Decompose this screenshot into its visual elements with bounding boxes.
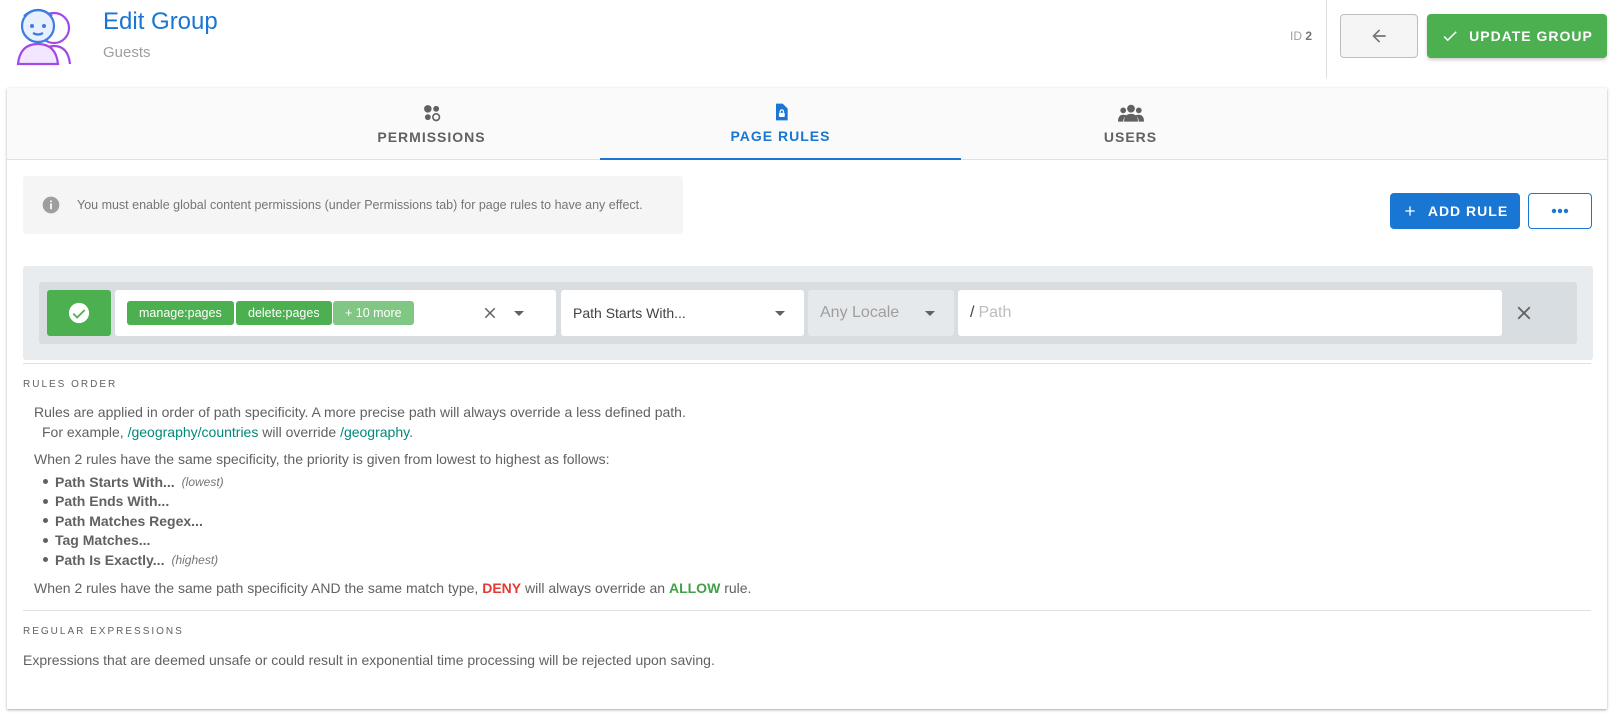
more-options-button[interactable] <box>1528 193 1592 229</box>
bullet-dot <box>43 537 48 543</box>
example-prefix: For example, <box>42 424 124 440</box>
rules-order-line1: Rules are applied in order of path speci… <box>34 404 686 420</box>
deny-label: DENY <box>482 580 522 596</box>
regex-text: Expressions that are deemed unsafe or co… <box>23 652 715 668</box>
tab-users-label: USERS <box>1103 129 1158 145</box>
path-field[interactable]: / <box>958 290 1502 336</box>
conflict-mid: will always override an <box>525 580 666 596</box>
group-id-value: 2 <box>1305 29 1313 43</box>
permission-chip[interactable]: delete:pages <box>236 301 332 325</box>
page-lock-icon <box>775 103 788 121</box>
example-end: . <box>409 424 413 440</box>
info-icon <box>42 196 60 214</box>
more-permissions-chip[interactable]: + 10 more <box>333 301 414 325</box>
bullet-dot <box>43 518 48 524</box>
match-type-select[interactable]: Path Starts With... <box>561 290 804 336</box>
rule-row: manage:pages delete:pages + 10 more Path… <box>39 282 1577 344</box>
priority-item: Path Matches Regex... <box>43 511 224 531</box>
example-path-countries: /geography/countries <box>127 424 259 440</box>
section-divider <box>23 363 1591 364</box>
arrow-left-icon <box>1372 29 1386 43</box>
page-title: Edit Group <box>103 8 218 35</box>
permission-chip[interactable]: manage:pages <box>127 301 234 325</box>
match-type-value: Path Starts With... <box>573 305 686 321</box>
plus-icon <box>1405 206 1415 216</box>
remove-rule-icon[interactable] <box>1513 302 1535 324</box>
rules-list: manage:pages delete:pages + 10 more Path… <box>23 266 1593 360</box>
priority-item: Path Starts With... (lowest) <box>43 472 224 492</box>
tab-page-rules-label: PAGE RULES <box>730 128 831 144</box>
priority-list: Path Starts With... (lowest) Path Ends W… <box>43 472 224 570</box>
locale-placeholder: Any Locale <box>820 304 900 321</box>
tab-users[interactable]: USERS <box>950 88 1311 160</box>
priority-note: (highest) <box>171 552 219 567</box>
priority-name: Tag Matches... <box>55 532 151 549</box>
priority-item: Path Is Exactly... (highest) <box>43 550 224 570</box>
priority-name: Path Matches Regex... <box>55 512 203 529</box>
update-group-button[interactable]: UPDATE GROUP <box>1427 14 1607 58</box>
conflict-end: rule. <box>724 580 752 596</box>
info-alert: You must enable global content permissio… <box>23 176 683 234</box>
add-rule-button[interactable]: ADD RULE <box>1390 193 1520 229</box>
more-horizontal-icon <box>1551 208 1569 214</box>
tabs-bar: PERMISSIONS PAGE RULES USERS <box>7 88 1607 160</box>
chevron-down-icon <box>775 311 785 316</box>
clear-icon[interactable] <box>481 304 499 322</box>
page-header: Edit Group Guests ID 2 UPDATE GROUP <box>0 0 1614 78</box>
bullet-dot <box>43 479 48 485</box>
group-id-label: ID <box>1290 29 1302 43</box>
priority-intro: When 2 rules have the same specificity, … <box>34 451 610 467</box>
section-divider <box>23 610 1591 611</box>
update-group-label: UPDATE GROUP <box>1469 28 1593 44</box>
priority-note: (lowest) <box>181 474 224 489</box>
users-icon <box>1117 104 1144 122</box>
example-mid: will override <box>262 424 337 440</box>
path-prefix: / <box>970 304 975 321</box>
allow-label: ALLOW <box>668 580 721 596</box>
rules-order-example: For example, /geography/countries will o… <box>42 422 413 442</box>
tab-permissions-label: PERMISSIONS <box>377 129 486 145</box>
group-card: PERMISSIONS PAGE RULES USERS You must en… <box>7 88 1607 709</box>
priority-name: Path Is Exactly... <box>55 551 165 568</box>
priority-name: Path Ends With... <box>55 493 170 510</box>
priority-item: Tag Matches... <box>43 531 224 551</box>
regex-heading: REGULAR EXPRESSIONS <box>23 626 184 637</box>
example-path-geography: /geography <box>340 424 410 440</box>
back-button[interactable] <box>1340 14 1418 58</box>
chevron-down-icon <box>925 311 935 316</box>
bullet-dot <box>43 557 48 563</box>
priority-name: Path Starts With... <box>55 473 175 490</box>
bullet-dot <box>43 498 48 504</box>
rule-allow-toggle[interactable] <box>47 290 111 336</box>
check-circle-icon <box>68 302 90 324</box>
priority-item: Path Ends With... <box>43 492 224 512</box>
locale-select[interactable]: Any Locale <box>808 290 954 336</box>
check-icon <box>1443 31 1457 42</box>
tab-permissions[interactable]: PERMISSIONS <box>251 88 612 160</box>
info-text: You must enable global content permissio… <box>77 198 643 212</box>
header-divider <box>1326 0 1327 78</box>
rules-order-heading: RULES ORDER <box>23 379 118 390</box>
page-subtitle: Guests <box>103 44 151 61</box>
tab-page-rules[interactable]: PAGE RULES <box>600 88 961 160</box>
group-avatar-icon <box>16 8 72 66</box>
permissions-select[interactable]: manage:pages delete:pages + 10 more <box>115 290 556 336</box>
add-rule-label: ADD RULE <box>1427 203 1509 219</box>
permissions-icon <box>423 105 440 122</box>
chevron-down-icon[interactable] <box>514 311 524 316</box>
conflict-prefix: When 2 rules have the same path specific… <box>34 580 479 596</box>
path-input[interactable] <box>978 304 1459 322</box>
group-id: ID 2 <box>1290 29 1312 43</box>
conflict-text: When 2 rules have the same path specific… <box>34 578 751 598</box>
